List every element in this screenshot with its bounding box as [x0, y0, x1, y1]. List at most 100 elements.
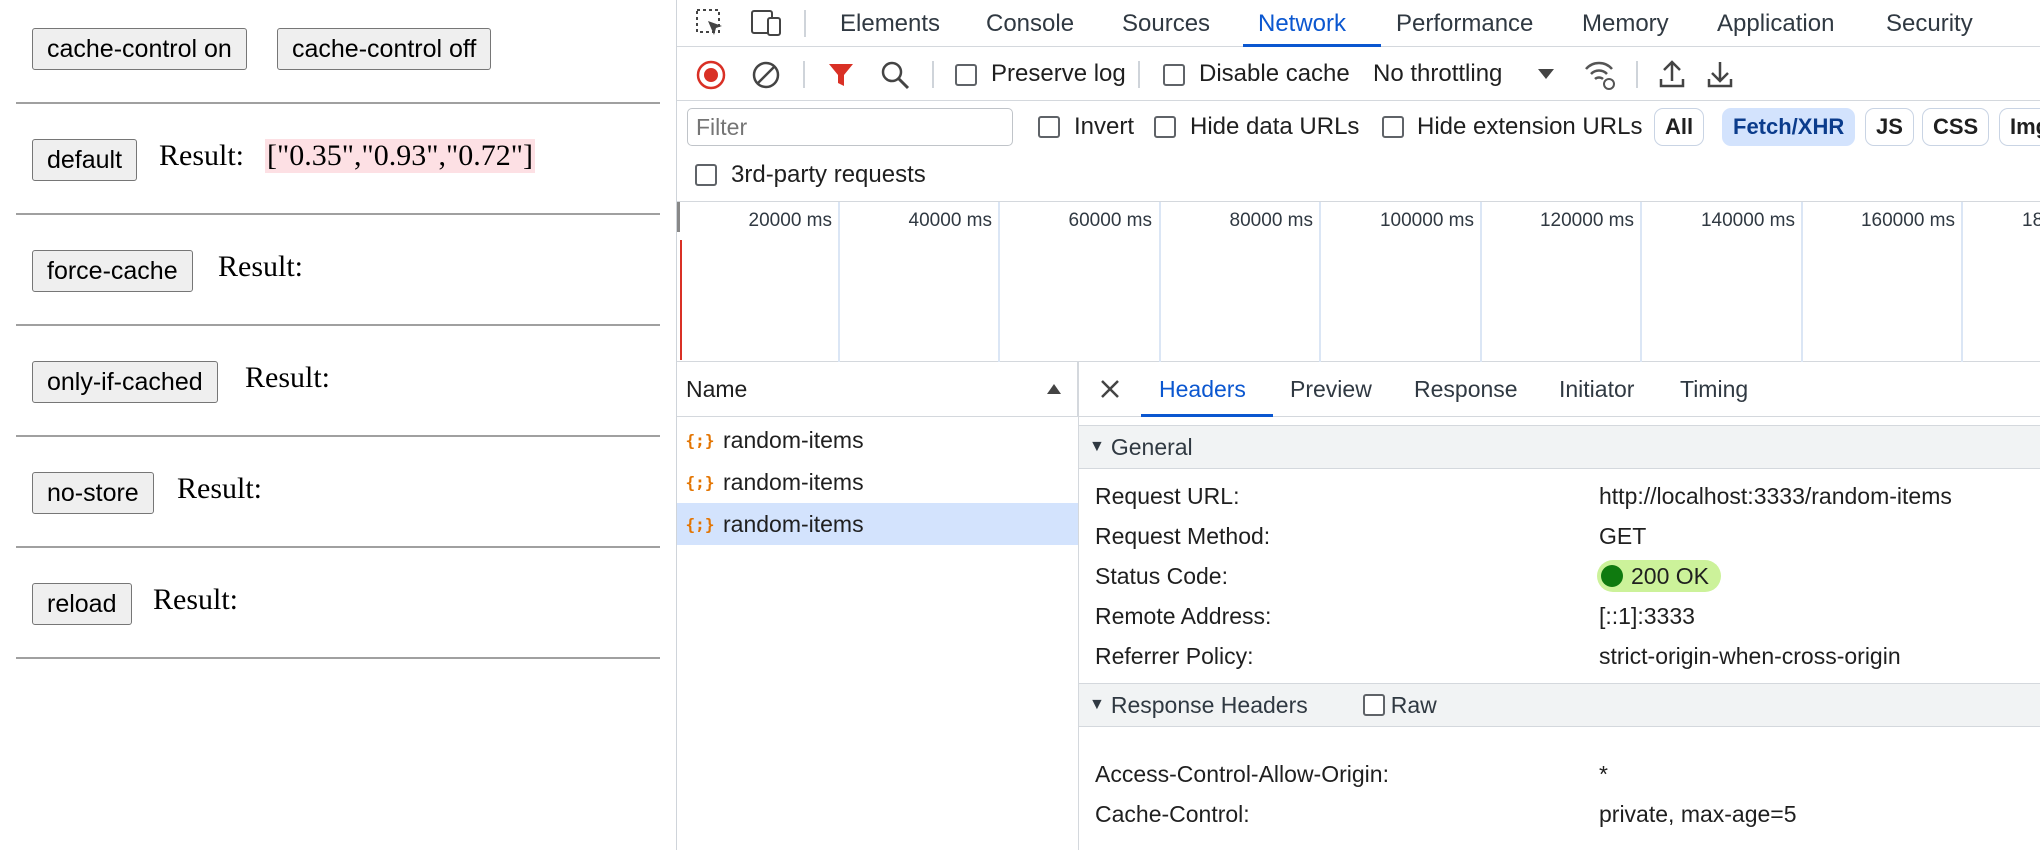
- general-section-header[interactable]: ▼ General: [1079, 425, 2040, 469]
- tab-performance[interactable]: Performance: [1396, 0, 1533, 47]
- filter-input[interactable]: Filter: [687, 108, 1013, 146]
- divider: [16, 435, 660, 437]
- tick-label: 40000 ms: [908, 210, 992, 231]
- tab-timing[interactable]: Timing: [1680, 362, 1748, 417]
- throttling-select[interactable]: No throttling: [1373, 47, 1502, 101]
- tab-headers[interactable]: Headers: [1159, 362, 1246, 417]
- request-name: random-items: [723, 510, 864, 537]
- header-key: Request URL:: [1095, 483, 1240, 509]
- network-overview: 20000 ms 40000 ms 60000 ms 80000 ms 1000…: [677, 202, 2040, 362]
- tab-application[interactable]: Application: [1717, 0, 1834, 47]
- export-har-icon[interactable]: [1706, 59, 1734, 94]
- overview-handle[interactable]: [677, 202, 680, 232]
- cache-control-off-button[interactable]: cache-control off: [277, 28, 492, 70]
- request-name: random-items: [723, 426, 864, 453]
- chip-img[interactable]: Img: [1999, 108, 2040, 146]
- response-headers-section-header[interactable]: ▼ Response Headers Raw: [1079, 683, 2040, 727]
- request-row[interactable]: {;} random-items: [677, 503, 1078, 545]
- tab-initiator[interactable]: Initiator: [1559, 362, 1634, 417]
- triangle-down-icon: ▼: [1089, 438, 1105, 455]
- network-conditions-icon[interactable]: [1583, 59, 1617, 96]
- hide-extension-urls-label: Hide extension URLs: [1417, 113, 1643, 140]
- tab-preview[interactable]: Preview: [1290, 362, 1372, 417]
- cache-control-on-button[interactable]: cache-control on: [32, 28, 247, 70]
- grid-line: [1159, 202, 1161, 362]
- disable-cache-checkbox[interactable]: [1163, 64, 1185, 86]
- tab-elements[interactable]: Elements: [840, 0, 940, 47]
- disable-cache-label: Disable cache: [1199, 60, 1350, 87]
- tab-sources[interactable]: Sources: [1122, 0, 1210, 47]
- clear-icon[interactable]: [751, 60, 781, 95]
- tab-security[interactable]: Security: [1886, 0, 1973, 47]
- close-icon[interactable]: [1099, 378, 1121, 405]
- request-details: Headers Preview Response Initiator Timin…: [1078, 362, 2040, 850]
- raw-label: Raw: [1390, 691, 1437, 718]
- chip-all[interactable]: All: [1654, 108, 1705, 146]
- sort-ascending-icon[interactable]: [1046, 382, 1062, 400]
- divider: [16, 102, 660, 104]
- hide-data-urls-checkbox[interactable]: [1154, 116, 1176, 138]
- details-tabbar: Headers Preview Response Initiator Timin…: [1079, 362, 2040, 417]
- tick-label: 60000 ms: [1068, 210, 1152, 231]
- chip-css[interactable]: CSS: [1922, 108, 1990, 146]
- filter-icon[interactable]: [827, 60, 855, 95]
- search-icon[interactable]: [880, 60, 910, 95]
- tick-label: 20000 ms: [748, 210, 832, 231]
- result-label: Result:: [177, 472, 263, 505]
- tick-label: 80000 ms: [1229, 210, 1313, 231]
- active-tab-indicator: [1141, 414, 1273, 417]
- tick-label: 18: [2022, 210, 2040, 231]
- chip-fetch-xhr[interactable]: Fetch/XHR: [1722, 108, 1856, 146]
- fetch-request-icon: {;}: [685, 514, 715, 534]
- request-url-value: http://localhost:3333/random-items: [1599, 483, 1952, 509]
- force-cache-button[interactable]: force-cache: [32, 250, 193, 292]
- tick-label: 140000 ms: [1700, 210, 1795, 231]
- header-key: Referrer Policy:: [1095, 643, 1254, 669]
- devtools-tabbar: Elements Console Sources Network Perform…: [677, 0, 2040, 47]
- result-label: Result:: [153, 583, 239, 616]
- hide-extension-urls-checkbox[interactable]: [1382, 116, 1404, 138]
- header-key: Status Code:: [1095, 563, 1228, 589]
- header-key: Remote Address:: [1095, 603, 1272, 629]
- invert-checkbox[interactable]: [1038, 116, 1060, 138]
- third-party-checkbox[interactable]: [695, 164, 717, 186]
- header-value: private, max-age=5: [1599, 801, 1797, 827]
- timeline-marker: [680, 240, 682, 360]
- tab-response[interactable]: Response: [1414, 362, 1518, 417]
- demo-page: cache-control on cache-control off defau…: [0, 0, 676, 850]
- filter-bar: Filter Invert Hide data URLs Hide extens…: [677, 101, 2040, 202]
- tab-console[interactable]: Console: [986, 0, 1074, 47]
- result-label: Result:: [159, 139, 245, 172]
- hide-data-urls-label: Hide data URLs: [1190, 113, 1360, 140]
- inspect-element-icon[interactable]: [695, 8, 725, 43]
- only-if-cached-button[interactable]: only-if-cached: [32, 361, 218, 403]
- toolbar-separator: [1138, 61, 1140, 88]
- header-key: Request Method:: [1095, 523, 1271, 549]
- toolbar-separator: [1636, 61, 1638, 88]
- request-row[interactable]: {;} random-items: [677, 419, 1078, 461]
- grid-line: [998, 202, 1000, 362]
- network-toolbar: Preserve log Disable cache No throttling: [677, 47, 2040, 101]
- toolbar-separator: [804, 10, 806, 37]
- no-store-button[interactable]: no-store: [32, 472, 154, 514]
- tab-network[interactable]: Network: [1258, 0, 1346, 47]
- default-button[interactable]: default: [32, 139, 138, 181]
- dropdown-arrow-icon[interactable]: [1537, 67, 1555, 86]
- preserve-log-checkbox[interactable]: [955, 64, 977, 86]
- tick-label: 160000 ms: [1860, 210, 1955, 231]
- chip-js[interactable]: JS: [1865, 108, 1914, 146]
- tick-label: 100000 ms: [1379, 210, 1474, 231]
- reload-button[interactable]: reload: [32, 583, 132, 625]
- invert-label: Invert: [1074, 113, 1135, 140]
- request-row[interactable]: {;} random-items: [677, 461, 1078, 503]
- record-icon[interactable]: [696, 60, 726, 95]
- name-column-header[interactable]: Name: [677, 362, 1078, 417]
- tab-memory[interactable]: Memory: [1582, 0, 1669, 47]
- import-har-icon[interactable]: [1658, 59, 1686, 94]
- raw-checkbox[interactable]: [1362, 694, 1385, 716]
- header-key: Access-Control-Allow-Origin:: [1095, 761, 1389, 787]
- device-toolbar-icon[interactable]: [750, 8, 782, 43]
- tick-label: 120000 ms: [1539, 210, 1634, 231]
- result-label: Result:: [245, 361, 331, 394]
- grid-line: [1480, 202, 1482, 362]
